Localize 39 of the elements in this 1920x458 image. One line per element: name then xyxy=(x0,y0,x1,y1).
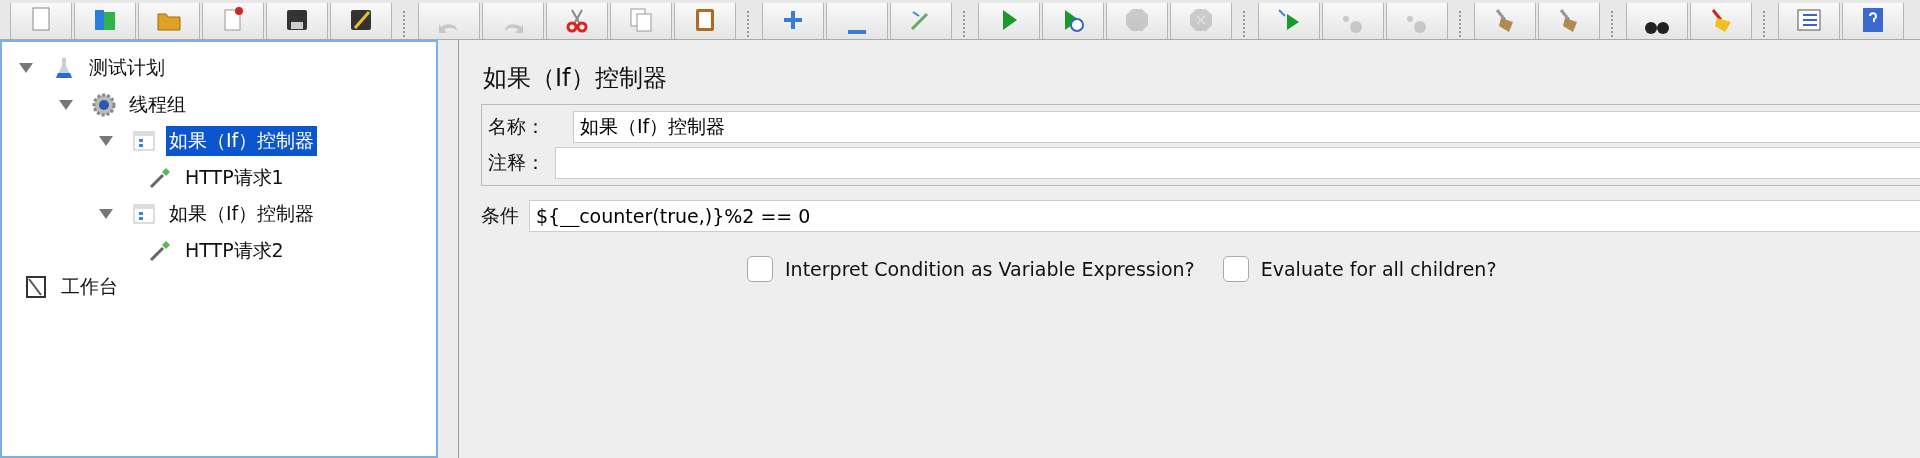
redo-icon xyxy=(503,22,523,34)
condition-field[interactable]: ${__counter(true,)}%2 == 0 xyxy=(529,200,1920,232)
tree-item[interactable]: HTTP请求1 xyxy=(182,162,287,193)
list-icon xyxy=(1795,6,1823,34)
binoculars-icon xyxy=(1645,22,1669,34)
collapse-arrow-icon[interactable] xyxy=(98,135,114,148)
copy-icon xyxy=(627,6,655,34)
collapse-arrow-icon[interactable] xyxy=(58,98,74,111)
toolbar-button[interactable] xyxy=(266,3,328,39)
field-label: 条件 xyxy=(481,203,519,228)
notepad-icon xyxy=(24,275,48,300)
minus-icon xyxy=(848,30,866,34)
name-field[interactable]: 如果（If）控制器 xyxy=(573,111,1920,143)
field-label: 名称： xyxy=(488,114,545,139)
controller-icon xyxy=(132,129,156,154)
undo-icon xyxy=(439,22,459,34)
comment-field[interactable] xyxy=(555,147,1920,179)
dropper-icon xyxy=(148,238,172,263)
tree-item[interactable]: 测试计划 xyxy=(86,53,168,84)
shutdown-icon xyxy=(1187,6,1215,34)
tree-item[interactable]: HTTP请求2 xyxy=(182,235,287,266)
stop-icon xyxy=(1123,6,1151,34)
tree-item[interactable]: 工作台 xyxy=(58,272,121,303)
gear-icon xyxy=(92,92,116,117)
checkbox-label: Evaluate for all children? xyxy=(1260,258,1497,280)
collapse-arrow-icon[interactable] xyxy=(98,208,114,221)
collapse-arrow-icon[interactable] xyxy=(18,62,34,75)
panel-title: 如果（If）控制器 xyxy=(483,63,668,94)
toolbar-button[interactable] xyxy=(1626,3,1688,39)
tree-item[interactable]: 如果（If）控制器 xyxy=(166,199,318,230)
checkbox[interactable] xyxy=(1222,256,1249,282)
tree-item[interactable]: 如果（If）控制器 xyxy=(166,126,318,157)
field-label: 注释： xyxy=(488,150,545,175)
toolbar-button[interactable] xyxy=(330,3,392,39)
checkbox-label: Interpret Condition as Variable Expression? xyxy=(785,258,1195,280)
checkbox[interactable] xyxy=(747,256,773,282)
controller-icon xyxy=(132,202,156,227)
dropper-icon xyxy=(148,165,172,190)
tree-item[interactable]: 线程组 xyxy=(126,89,189,120)
